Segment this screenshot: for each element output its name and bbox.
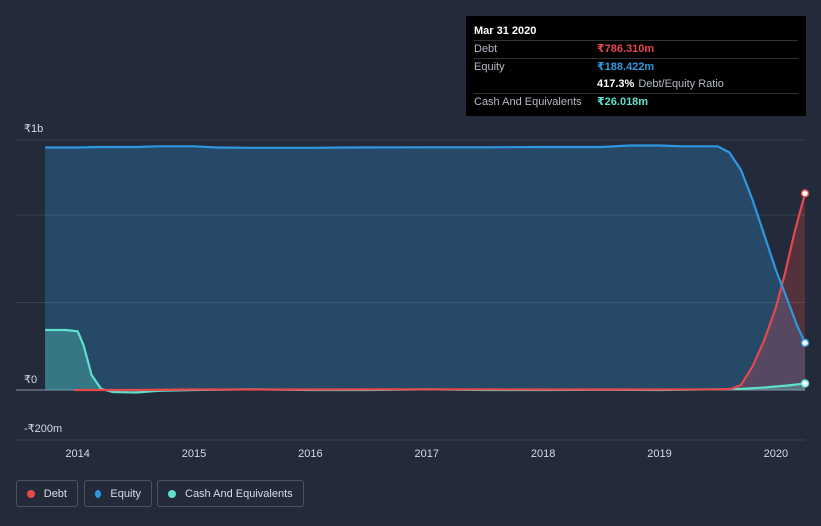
legend-item-cash[interactable]: Cash And Equivalents	[157, 480, 304, 507]
legend-label: Debt	[43, 487, 67, 500]
tooltip-value: ₹786.310m	[597, 43, 655, 55]
debt-dot-icon	[27, 489, 35, 498]
cash-dot-icon	[168, 489, 176, 498]
legend-label: Cash And Equivalents	[185, 487, 293, 500]
tooltip-date: Mar 31 2020	[474, 25, 537, 37]
tooltip-value: 417.3%	[597, 78, 635, 90]
tooltip-value: ₹188.422m	[597, 61, 655, 73]
tooltip-row-ratio: 417.3% Debt/Equity Ratio	[474, 76, 798, 93]
tooltip-row-debt: Debt ₹786.310m	[474, 40, 798, 58]
y-tick-label: ₹1b	[24, 123, 43, 135]
end-point-equity	[800, 338, 810, 348]
y-tick-label: ₹0	[24, 374, 37, 386]
end-point-cash-and-equivalents	[800, 379, 810, 388]
tooltip-label: Debt	[474, 43, 498, 55]
y-tick-label: -₹200m	[24, 423, 62, 435]
tooltip-label: Cash And Equivalents	[474, 96, 582, 108]
x-axis-labels: 2014 2015 2016 2017 2018 2019 2020	[65, 448, 788, 460]
tooltip-row-equity: Equity ₹188.422m	[474, 58, 798, 76]
legend-item-debt[interactable]: Debt	[16, 480, 78, 507]
end-point-debt	[800, 189, 810, 198]
tooltip-ratio-label: Debt/Equity Ratio	[638, 78, 724, 90]
tooltip: Mar 31 2020 Debt ₹786.310m Equity ₹188.4…	[466, 16, 806, 116]
legend-label: Equity	[110, 487, 141, 500]
tooltip-row-cash: Cash And Equivalents ₹26.018m	[474, 93, 798, 111]
x-tick-label: 2020	[764, 448, 788, 460]
x-tick-label: 2019	[647, 448, 671, 460]
tooltip-label: Equity	[474, 61, 505, 73]
x-tick-label: 2016	[298, 448, 322, 460]
tooltip-value: ₹26.018m	[597, 96, 649, 108]
chart-series-areas	[45, 145, 806, 393]
equity-dot-icon	[95, 489, 102, 498]
legend-item-equity[interactable]: Equity	[84, 480, 152, 507]
x-tick-label: 2018	[531, 448, 555, 460]
x-tick-label: 2017	[415, 448, 439, 460]
x-tick-label: 2014	[65, 448, 89, 460]
x-tick-label: 2015	[182, 448, 206, 460]
area-equity	[45, 145, 806, 390]
tooltip-label	[474, 76, 597, 93]
